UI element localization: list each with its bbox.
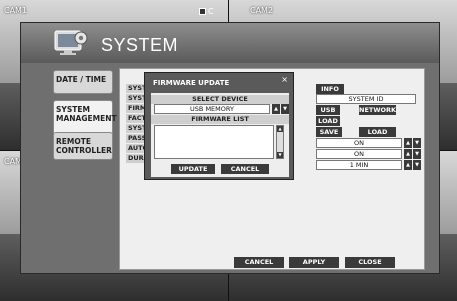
system-data-save-button[interactable]: SAVE xyxy=(316,127,342,137)
password-stepper[interactable]: ▲ ▼ xyxy=(404,138,421,148)
system-data-load-button[interactable]: LOAD xyxy=(359,127,396,137)
dialog-cancel-button[interactable]: CANCEL xyxy=(221,164,269,174)
arrow-down-icon[interactable]: ▼ xyxy=(281,104,289,114)
menu-header: SYSTEM xyxy=(21,23,439,63)
usb-button[interactable]: USB xyxy=(316,105,340,115)
duration-stepper[interactable]: ▲ ▼ xyxy=(404,160,421,170)
cancel-button[interactable]: CANCEL xyxy=(234,257,284,268)
arrow-up-icon[interactable]: ▲ xyxy=(404,149,412,159)
arrow-down-icon[interactable]: ▼ xyxy=(413,149,421,159)
arrow-down-icon[interactable]: ▼ xyxy=(413,138,421,148)
sidebar-item-date-time[interactable]: DATE / TIME xyxy=(53,70,113,94)
scroll-up-icon[interactable]: ▲ xyxy=(277,126,283,132)
firmware-list-scrollbar[interactable]: ▲ ▼ xyxy=(276,125,284,159)
device-select[interactable]: USB MEMORY xyxy=(154,104,270,114)
duration-value[interactable]: 1 MIN xyxy=(316,160,402,170)
firmware-list[interactable] xyxy=(154,125,274,159)
arrow-down-icon[interactable]: ▼ xyxy=(413,160,421,170)
arrow-up-icon[interactable]: ▲ xyxy=(272,104,280,114)
system-id-field[interactable]: SYSTEM ID xyxy=(316,94,416,104)
record-indicator-label: C xyxy=(208,7,214,16)
record-box-icon xyxy=(199,8,206,15)
scroll-down-icon[interactable]: ▼ xyxy=(277,152,283,158)
camera-label-1: CAM1 xyxy=(4,6,28,15)
firmware-list-header: FIRMWARE LIST xyxy=(151,115,289,124)
factory-load-button[interactable]: LOAD xyxy=(316,116,340,126)
arrow-up-icon[interactable]: ▲ xyxy=(404,160,412,170)
device-stepper[interactable]: ▲ ▼ xyxy=(272,104,289,114)
camera-label-2: CAM2 xyxy=(250,6,274,15)
record-indicator: C xyxy=(199,7,214,16)
select-device-header: SELECT DEVICE xyxy=(151,95,289,104)
dialog-title: FIRMWARE UPDATE xyxy=(153,79,230,87)
network-button[interactable]: NETWORK xyxy=(359,105,396,115)
menu-title: SYSTEM xyxy=(101,35,179,55)
apply-button[interactable]: APPLY xyxy=(289,257,339,268)
auto-lock-value[interactable]: ON xyxy=(316,149,402,159)
firmware-update-dialog: FIRMWARE UPDATE × SELECT DEVICE USB MEMO… xyxy=(144,72,294,180)
monitor-settings-icon xyxy=(54,30,88,55)
sidebar-item-remote-controller[interactable]: REMOTE CONTROLLER xyxy=(53,132,113,160)
password-value[interactable]: ON xyxy=(316,138,402,148)
close-icon[interactable]: × xyxy=(281,75,288,84)
close-button[interactable]: CLOSE xyxy=(345,257,395,268)
dvr-screen: CAM1 CAM2 CAM3 C SYSTEM DATE / TIME SYST… xyxy=(0,0,457,301)
auto-lock-stepper[interactable]: ▲ ▼ xyxy=(404,149,421,159)
update-button[interactable]: UPDATE xyxy=(171,164,215,174)
info-button[interactable]: INFO xyxy=(316,84,344,94)
dialog-body: SELECT DEVICE USB MEMORY ▲ ▼ FIRMWARE LI… xyxy=(151,93,289,177)
arrow-up-icon[interactable]: ▲ xyxy=(404,138,412,148)
